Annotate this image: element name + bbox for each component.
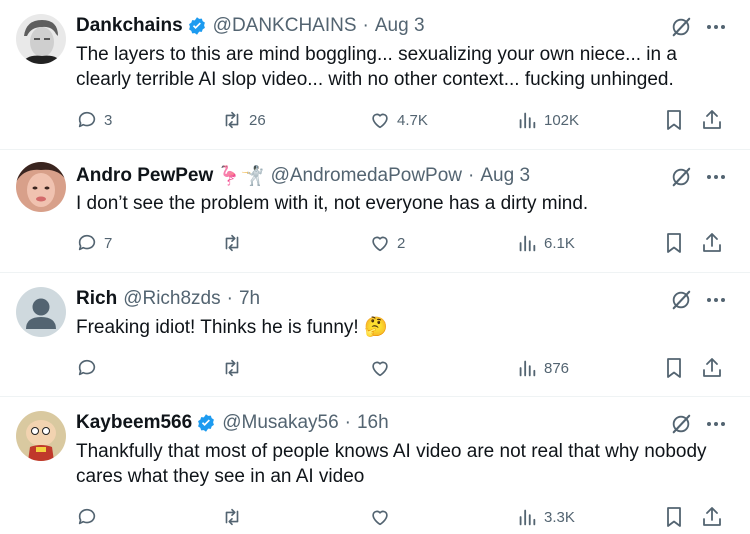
- repost-icon: [225, 359, 239, 377]
- tweet-actions: 3 26 4.7K 102K: [76, 108, 730, 132]
- author-handle[interactable]: @Musakay56: [222, 412, 338, 434]
- like-icon: [372, 361, 388, 377]
- tweet-actions: 3.3K: [76, 505, 730, 529]
- views-button[interactable]: 102K: [516, 108, 579, 132]
- bookmark-icon[interactable]: [662, 231, 686, 255]
- reply-button[interactable]: [76, 505, 104, 529]
- author-name[interactable]: Rich: [76, 288, 117, 310]
- avatar[interactable]: [16, 162, 66, 212]
- views-icon: [519, 112, 536, 129]
- grok-icon[interactable]: [670, 289, 692, 311]
- like-button[interactable]: 4.7K: [369, 108, 428, 132]
- avatar[interactable]: [16, 411, 66, 461]
- more-icon[interactable]: [704, 165, 728, 189]
- reply-button[interactable]: 7: [76, 231, 112, 255]
- tweet-text: I don’t see the problem with it, not eve…: [76, 193, 589, 214]
- views-count: 3.3K: [544, 508, 575, 526]
- bookmark-icon[interactable]: [662, 356, 686, 380]
- like-button[interactable]: [369, 505, 397, 529]
- bookmark-icon[interactable]: [662, 505, 686, 529]
- timestamp[interactable]: Aug 3: [480, 165, 530, 187]
- reply-icon: [78, 359, 96, 376]
- author-handle[interactable]: @Rich8zds: [123, 288, 220, 310]
- reply-count: 3: [104, 111, 113, 129]
- author-handle[interactable]: @DANKCHAINS: [213, 15, 357, 37]
- author-handle[interactable]: @AndromedaPowPow: [271, 165, 462, 187]
- author-name[interactable]: Kaybeem566: [76, 412, 192, 434]
- author-name[interactable]: Andro PewPew: [76, 165, 213, 187]
- like-button[interactable]: [369, 356, 397, 380]
- separator: ·: [362, 15, 369, 36]
- views-count: 102K: [544, 111, 580, 129]
- repost-button[interactable]: [221, 231, 249, 255]
- timestamp[interactable]: 7h: [239, 288, 260, 310]
- more-icon[interactable]: [704, 15, 728, 39]
- like-count: 4.7K: [397, 111, 428, 129]
- reply-icon: [78, 234, 96, 251]
- views-button[interactable]: 876: [516, 356, 569, 380]
- like-icon: [372, 236, 388, 252]
- share-icon[interactable]: [700, 231, 724, 255]
- tweet[interactable]: Andro PewPew 🦩🤺 @AndromedaPowPow · Aug 3…: [0, 150, 750, 273]
- views-button[interactable]: 6.1K: [516, 231, 575, 255]
- views-count: 876: [544, 359, 570, 377]
- more-icon[interactable]: [704, 288, 728, 312]
- repost-count: 26: [249, 111, 266, 129]
- views-button[interactable]: 3.3K: [516, 505, 575, 529]
- like-icon: [372, 113, 388, 129]
- verified-badge-icon: [187, 16, 207, 36]
- tweet-text: The layers to this are mind boggling... …: [76, 44, 677, 90]
- views-icon: [519, 509, 536, 526]
- timestamp[interactable]: Aug 3: [375, 15, 425, 37]
- reply-feed: Dankchains @DANKCHAINS · Aug 3 The layer…: [0, 0, 750, 534]
- like-count: 2: [397, 234, 406, 252]
- separator: ·: [344, 412, 351, 433]
- reply-icon: [78, 508, 96, 525]
- tweet-header: Andro PewPew 🦩🤺 @AndromedaPowPow · Aug 3: [76, 163, 670, 189]
- reply-button[interactable]: 3: [76, 108, 112, 132]
- tweet[interactable]: Kaybeem566 @Musakay56 · 16h Thankfully t…: [0, 397, 750, 534]
- tweet-actions: 7 2 6.1K: [76, 231, 730, 255]
- repost-icon: [225, 508, 239, 526]
- bookmark-icon[interactable]: [662, 108, 686, 132]
- more-icon[interactable]: [704, 412, 728, 436]
- share-icon[interactable]: [700, 505, 724, 529]
- tweet[interactable]: Dankchains @DANKCHAINS · Aug 3 The layer…: [0, 0, 750, 150]
- tweet-header: Rich @Rich8zds · 7h: [76, 286, 670, 312]
- repost-button[interactable]: 26: [221, 108, 266, 132]
- like-button[interactable]: 2: [369, 231, 405, 255]
- like-icon: [372, 510, 388, 526]
- views-icon: [519, 360, 536, 377]
- views-icon: [519, 235, 536, 252]
- separator: ·: [226, 288, 233, 309]
- tweet-actions: 876: [76, 356, 730, 380]
- verified-badge-icon: [196, 413, 216, 433]
- repost-icon: [225, 111, 239, 129]
- repost-icon: [225, 234, 239, 252]
- grok-icon[interactable]: [670, 16, 692, 38]
- name-emoji: 🦩🤺: [217, 166, 265, 187]
- share-icon[interactable]: [700, 108, 724, 132]
- tweet-header: Dankchains @DANKCHAINS · Aug 3: [76, 13, 670, 39]
- avatar[interactable]: [16, 287, 66, 337]
- tweet[interactable]: Rich @Rich8zds · 7h Freaking idiot! Thin…: [0, 273, 750, 397]
- grok-icon[interactable]: [670, 413, 692, 435]
- reply-button[interactable]: [76, 356, 104, 380]
- reply-icon: [78, 111, 96, 128]
- grok-icon[interactable]: [670, 166, 692, 188]
- avatar[interactable]: [16, 14, 66, 64]
- tweet-header: Kaybeem566 @Musakay56 · 16h: [76, 410, 670, 436]
- share-icon[interactable]: [700, 356, 724, 380]
- repost-button[interactable]: [221, 505, 249, 529]
- views-count: 6.1K: [544, 234, 575, 252]
- reply-count: 7: [104, 234, 113, 252]
- author-name[interactable]: Dankchains: [76, 15, 183, 37]
- tweet-text: Thankfully that most of people knows AI …: [76, 441, 707, 487]
- separator: ·: [468, 165, 475, 186]
- repost-button[interactable]: [221, 356, 249, 380]
- tweet-text: Freaking idiot! Thinks he is funny! 🤔: [76, 317, 388, 338]
- timestamp[interactable]: 16h: [357, 412, 389, 434]
